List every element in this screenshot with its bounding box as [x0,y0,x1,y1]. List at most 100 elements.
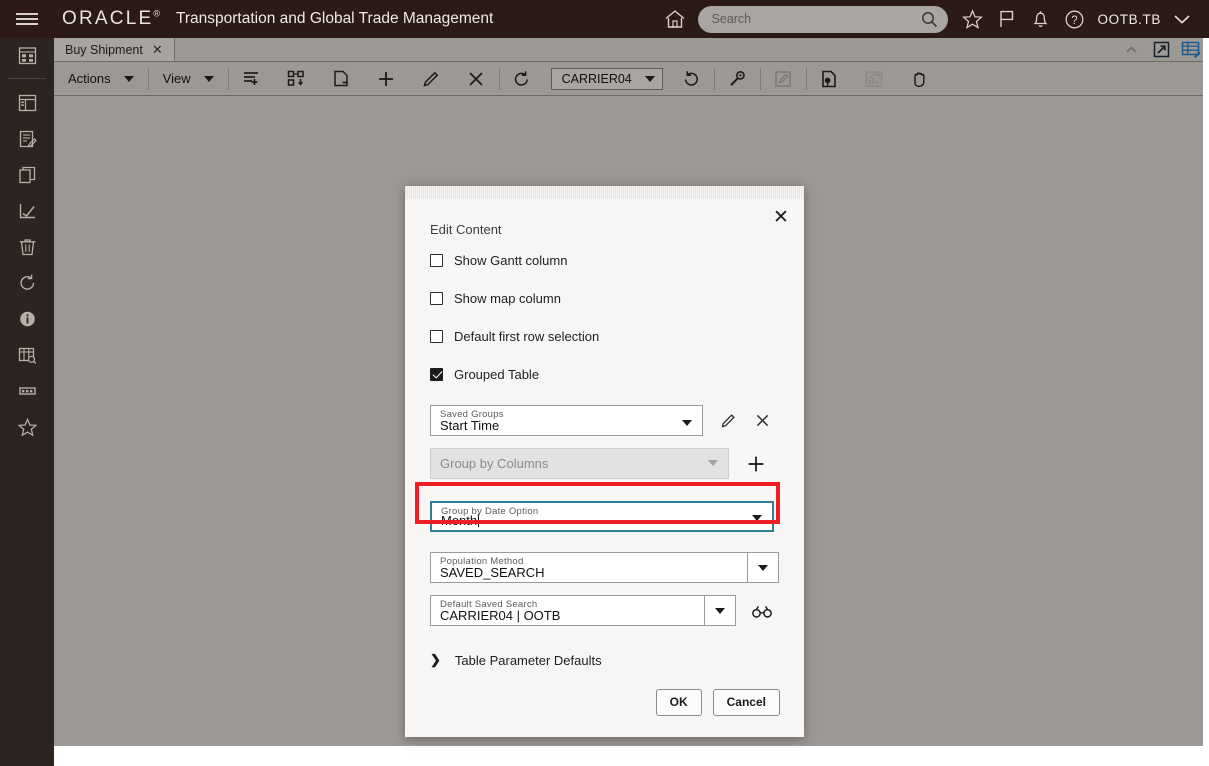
search-icon[interactable] [921,11,938,28]
bell-icon[interactable] [1024,0,1058,38]
search-input[interactable] [711,12,921,26]
search-box[interactable] [697,5,948,33]
sidebar-item-delete[interactable] [0,229,54,265]
group-by-date-option-label: Group by Date Option [441,506,539,517]
close-icon[interactable]: ✕ [770,206,792,228]
view-menu[interactable]: View [149,62,228,96]
checkbox-box[interactable] [430,367,443,381]
population-method-field[interactable]: Population Method SAVED_SEARCH [430,552,779,583]
edit-box-button[interactable] [761,62,806,96]
edit-document-icon [19,130,37,148]
close-icon [756,414,768,427]
delete-x-icon [469,71,483,86]
saved-groups-edit-button[interactable] [711,405,745,436]
oracle-logo-text: ORACLE [62,8,154,29]
default-saved-search-row: Default Saved Search CARRIER04 | OOTB [430,595,779,626]
population-method-label: Population Method [440,556,524,567]
group-by-date-option-field[interactable]: Group by Date Option Month [430,501,774,532]
saved-groups-clear-button[interactable] [745,405,779,436]
actions-label: Actions [68,71,111,86]
analytics-button[interactable] [852,62,897,96]
help-circle-icon[interactable]: ? [1058,0,1092,38]
sidebar-item-info[interactable] [0,301,54,337]
star-icon[interactable] [956,0,990,38]
dialog-scroll-region: Show Gantt column Show map column Defaul… [405,241,804,681]
wrench-button[interactable] [715,62,760,96]
sidebar-item-edit-document[interactable] [0,121,54,157]
rail-divider [8,78,46,79]
population-method-row: Population Method SAVED_SEARCH [430,552,779,583]
tab-strip-actions [1117,38,1209,61]
saved-search-value: CARRIER04 [561,71,632,86]
checkbox-box[interactable] [430,291,443,305]
sidebar-item-layout[interactable] [0,85,54,121]
group-by-columns-add-button[interactable] [739,448,773,479]
oracle-logo-mark: ® [153,8,160,19]
saved-search-select[interactable]: CARRIER04 [550,67,663,90]
sidebar-item-check-chart[interactable] [0,193,54,229]
sidebar-item-table-search[interactable] [0,337,54,373]
refresh-arrow-icon [514,70,529,86]
edit-box-icon [775,70,791,87]
dialog-drag-handle[interactable] [405,186,804,199]
rerun-button[interactable] [669,62,714,96]
chevron-right-icon[interactable]: ❯ [430,652,441,668]
popout-arrow-icon[interactable] [1147,38,1175,62]
pan-hand-button[interactable] [897,62,942,96]
default-saved-search-field[interactable]: Default Saved Search CARRIER04 | OOTB [430,595,736,626]
checkbox-box[interactable] [430,253,443,267]
edit-button[interactable] [409,62,454,96]
flag-icon[interactable] [990,0,1024,38]
view-label: View [162,71,191,86]
sidebar-item-grid-view[interactable] [0,38,54,74]
oracle-logo: ORACLE® [54,8,160,30]
sidebar-item-favorite[interactable] [0,409,54,445]
star-outline-icon [16,417,38,437]
remove-page-button[interactable] [319,62,364,96]
hamburger-menu-icon[interactable] [0,0,54,38]
sidebar-item-copy[interactable] [0,157,54,193]
home-icon[interactable] [658,0,692,38]
reorder-nodes-icon [287,70,304,86]
grid-view-icon [18,47,36,65]
chevron-down-icon[interactable] [704,595,735,626]
chevron-down-icon [123,75,134,82]
checkbox-box[interactable] [430,329,443,343]
checkbox-default-first-row-selection[interactable]: Default first row selection [430,317,779,355]
checkbox-label: Show Gantt column [454,252,568,268]
global-header: ORACLE® Transportation and Global Trade … [0,0,1209,38]
document-settings-button[interactable] [807,62,852,96]
close-icon[interactable]: ✕ [152,43,163,56]
add-icon [379,71,394,86]
chevron-down-icon[interactable] [682,420,692,426]
tab-buy-shipment[interactable]: Buy Shipment ✕ [54,38,175,61]
checkbox-show-map-column[interactable]: Show map column [430,279,779,317]
cancel-button[interactable]: Cancel [712,688,780,716]
edit-pencil-icon [423,71,439,87]
saved-groups-value: Start Time [440,418,500,433]
add-to-list-button[interactable] [229,62,274,96]
actions-menu[interactable]: Actions [54,62,148,96]
default-saved-search-preview-button[interactable] [745,595,779,626]
sidebar-item-refresh[interactable] [0,265,54,301]
default-saved-search-value: CARRIER04 | OOTB [440,608,561,623]
pencil-icon [721,414,735,428]
table-search-icon [18,347,36,364]
checkbox-show-gantt-column[interactable]: Show Gantt column [430,241,779,279]
checkbox-grouped-table[interactable]: Grouped Table [430,355,779,393]
reorder-nodes-button[interactable] [274,62,319,96]
sidebar-item-card[interactable] [0,373,54,409]
user-menu-label[interactable]: OOTB.TB [1092,12,1165,27]
collapse-chevron-up-icon[interactable] [1117,38,1145,62]
chevron-down-icon[interactable] [1165,0,1199,38]
add-button[interactable] [364,62,409,96]
ok-button[interactable]: OK [655,688,702,716]
delete-button[interactable] [454,62,499,96]
table-parameter-defaults-expander[interactable]: ❯ Table Parameter Defaults [430,652,779,668]
refresh-button[interactable] [500,62,545,96]
saved-groups-field[interactable]: Saved Groups Start Time [430,405,703,436]
table-config-icon[interactable] [1177,38,1205,62]
chevron-down-icon[interactable] [747,552,778,583]
chevron-down-icon[interactable] [752,515,762,521]
toolbar: Actions View CARRIER04 [54,62,1209,96]
